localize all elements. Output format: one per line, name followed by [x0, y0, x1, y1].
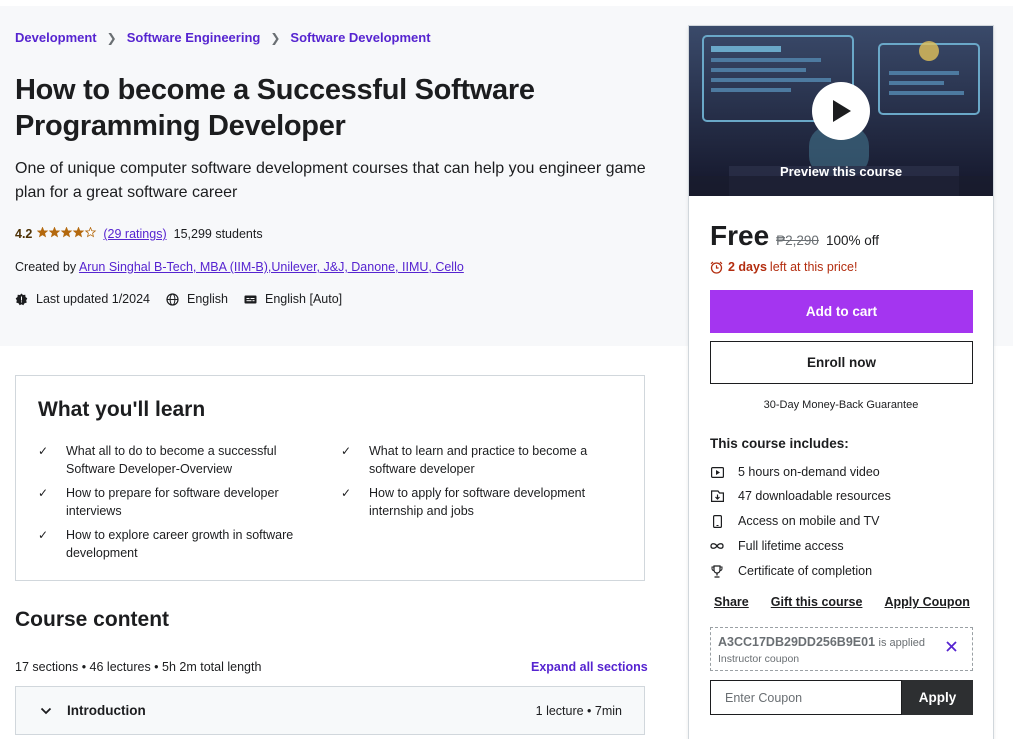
breadcrumb-item-development[interactable]: Development [15, 30, 97, 45]
applied-coupon: A3CC17DB29DD256B9E01 is applied Instruct… [710, 627, 973, 671]
learn-item: ✓ What all to do to become a successful … [38, 443, 308, 478]
share-link[interactable]: Share [714, 595, 749, 609]
enroll-now-button[interactable]: Enroll now [710, 341, 973, 384]
include-item: Access on mobile and TV [710, 514, 880, 528]
check-icon: ✓ [341, 486, 352, 500]
include-item: 47 downloadable resources [710, 489, 891, 503]
learn-title: What you'll learn [38, 398, 206, 421]
price-row: Free ₱2,290 100% off [710, 220, 879, 252]
alert-badge-icon [15, 293, 28, 306]
learn-item: ✓ How to apply for software development … [341, 485, 611, 520]
include-item: Certificate of completion [710, 564, 872, 578]
include-text: 5 hours on-demand video [738, 465, 880, 479]
chevron-right-icon: ❯ [270, 30, 281, 45]
globe-icon [166, 292, 179, 306]
star-icon [37, 226, 49, 238]
course-subtitle: One of unique computer software developm… [15, 160, 646, 201]
ratings-count-link[interactable]: (29 ratings) [103, 227, 166, 241]
learn-item-text: What to learn and practice to become a s… [369, 444, 588, 476]
learn-item: ✓ How to explore career growth in softwa… [38, 527, 308, 562]
check-icon: ✓ [38, 486, 49, 500]
chevron-down-icon [40, 707, 54, 715]
section-meta: 1 lecture • 7min [535, 703, 622, 718]
coupon-applied-text: is applied [878, 637, 925, 649]
chevron-right-icon: ❯ [106, 30, 117, 45]
video-icon [710, 465, 724, 479]
alarm-clock-icon [710, 261, 723, 274]
includes-title: This course includes: [710, 436, 849, 451]
play-icon [833, 100, 851, 122]
coupon-code-line: A3CC17DB29DD256B9E01 is applied [718, 635, 925, 649]
apply-coupon-link[interactable]: Apply Coupon [884, 595, 969, 609]
purchase-sidebar: Preview this course Free ₱2,290 100% off… [688, 25, 994, 739]
apply-coupon-button[interactable]: Apply [902, 680, 973, 715]
course-content-stats: 17 sections • 46 lectures • 5h 2m total … [15, 660, 262, 674]
coupon-code: A3CC17DB29DD256B9E01 [718, 635, 876, 649]
star-icon [73, 226, 85, 238]
include-item: Full lifetime access [710, 539, 844, 553]
captions-icon [244, 293, 257, 306]
learn-item-text: How to prepare for software developer in… [66, 486, 279, 518]
add-to-cart-button[interactable]: Add to cart [710, 290, 973, 333]
rating-row: 4.2 (29 ratings) 15,299 students [15, 226, 263, 241]
star-icon [85, 226, 97, 238]
rating-value: 4.2 [15, 227, 33, 241]
learn-item-text: How to apply for software development in… [369, 486, 586, 518]
trophy-icon [710, 564, 724, 578]
infinity-icon [710, 539, 724, 553]
include-text: Access on mobile and TV [738, 514, 880, 528]
coupon-type: Instructor coupon [718, 653, 800, 665]
check-icon: ✓ [38, 444, 49, 458]
students-count: 15,299 students [173, 227, 263, 241]
gift-course-link[interactable]: Gift this course [771, 595, 863, 609]
money-back-guarantee: 30-Day Money-Back Guarantee [763, 399, 919, 411]
download-icon [710, 489, 724, 503]
sale-timer: 2 days left at this price! [710, 260, 857, 274]
created-by-label: Created by [15, 260, 77, 274]
include-text: 47 downloadable resources [738, 489, 891, 503]
breadcrumb-item-software-development[interactable]: Software Development [290, 30, 430, 45]
what-you-will-learn: What you'll learn ✓ What all to do to be… [15, 375, 645, 581]
remove-coupon-close-icon[interactable] [945, 640, 959, 654]
instructor-link[interactable]: Arun Singhal B-Tech, MBA (IIM-B),Unileve… [79, 260, 464, 274]
sidebar-links: Share Gift this course Apply Coupon [714, 595, 992, 609]
course-meta: Last updated 1/2024 English English [Aut… [15, 292, 358, 306]
play-button[interactable] [812, 82, 870, 140]
include-item: 5 hours on-demand video [710, 465, 880, 479]
include-text: Full lifetime access [738, 539, 844, 553]
coupon-input[interactable] [710, 680, 902, 715]
section-title: Introduction [67, 703, 146, 718]
course-title: How to become a Successful Software Prog… [15, 74, 535, 142]
star-icon [61, 226, 73, 238]
current-price: Free [710, 220, 770, 251]
expand-all-sections-button[interactable]: Expand all sections [531, 660, 648, 674]
section-introduction[interactable]: Introduction 1 lecture • 7min [15, 686, 645, 735]
language-text: English [187, 292, 228, 306]
learn-item-text: How to explore career growth in software… [66, 528, 294, 560]
timer-text: left at this price! [769, 260, 858, 274]
language: English [166, 292, 228, 306]
breadcrumb: Development ❯ Software Engineering ❯ Sof… [15, 30, 431, 45]
star-icon [49, 226, 61, 238]
learn-item: ✓ How to prepare for software developer … [38, 485, 308, 520]
check-icon: ✓ [341, 444, 352, 458]
mobile-icon [710, 514, 724, 528]
last-updated: Last updated 1/2024 [15, 292, 150, 306]
discount-percent: 100% off [825, 233, 879, 248]
include-text: Certificate of completion [738, 564, 873, 578]
last-updated-text: Last updated 1/2024 [36, 292, 150, 306]
course-content-title: Course content [15, 608, 170, 631]
course-preview[interactable]: Preview this course [689, 26, 993, 196]
captions-text: English [Auto] [265, 292, 343, 306]
learn-item-text: What all to do to become a successful So… [66, 444, 277, 476]
breadcrumb-item-software-engineering[interactable]: Software Engineering [127, 30, 261, 45]
captions: English [Auto] [244, 292, 342, 306]
star-rating-icon [37, 226, 97, 241]
created-by: Created by Arun Singhal B-Tech, MBA (IIM… [15, 260, 464, 274]
timer-days: 2 days [728, 260, 767, 274]
check-icon: ✓ [38, 528, 49, 542]
learn-item: ✓ What to learn and practice to become a… [341, 443, 611, 478]
original-price: ₱2,290 [776, 233, 819, 248]
preview-label: Preview this course [779, 164, 903, 179]
